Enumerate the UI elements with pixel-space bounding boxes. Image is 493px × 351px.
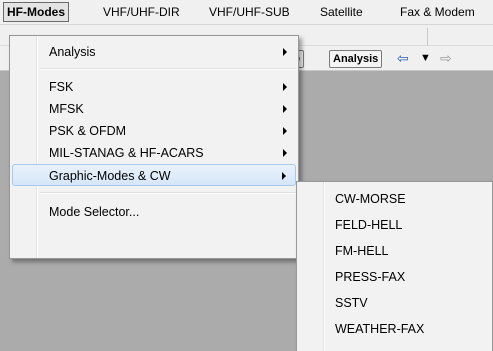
menu-item-label: Graphic-Modes & CW	[49, 169, 171, 183]
submenu-item-sstv[interactable]: SSTV	[299, 292, 490, 314]
menu-item-mil-stanag[interactable]: MIL-STANAG & HF-ACARS	[12, 142, 296, 164]
submenu-arrow-icon	[283, 127, 287, 135]
menu-item-label: MIL-STANAG & HF-ACARS	[49, 146, 204, 160]
menu-vhf-uhf-sub[interactable]: VHF/UHF-SUB	[209, 4, 290, 20]
menu-item-analysis[interactable]: Analysis	[12, 41, 296, 63]
submenu-arrow-icon	[283, 48, 287, 56]
graphic-modes-submenu: CW-MORSE FELD-HELL FM-HELL PRESS-FAX SST…	[296, 181, 493, 351]
submenu-item-label: WEATHER-FAX	[335, 322, 425, 336]
submenu-item-label: SSTV	[335, 296, 368, 310]
submenu-arrow-icon	[283, 149, 287, 157]
submenu-arrow-icon	[282, 172, 286, 180]
menu-hf-modes[interactable]: HF-Modes	[3, 2, 69, 22]
submenu-item-label: FELD-HELL	[335, 218, 403, 232]
menu-separator	[40, 192, 296, 194]
menu-item-label: FSK	[49, 80, 74, 94]
menu-item-label: PSK & OFDM	[49, 124, 127, 138]
dropdown-arrow-icon[interactable]: ▼	[420, 49, 431, 67]
menu-item-label: MFSK	[49, 102, 84, 116]
menu-item-label: Mode Selector...	[49, 205, 140, 219]
menu-separator	[40, 68, 296, 70]
menu-item-mfsk[interactable]: MFSK	[12, 98, 296, 120]
menu-item-mode-selector[interactable]: Mode Selector...	[12, 201, 296, 223]
submenu-item-weather-fax[interactable]: WEATHER-FAX	[299, 318, 490, 340]
submenu-arrow-icon	[283, 105, 287, 113]
menu-item-psk-ofdm[interactable]: PSK & OFDM	[12, 120, 296, 142]
submenu-arrow-icon	[283, 83, 287, 91]
submenu-item-press-fax[interactable]: PRESS-FAX	[299, 266, 490, 288]
submenu-item-feld-hell[interactable]: FELD-HELL	[299, 214, 490, 236]
analysis-button[interactable]: Analysis	[329, 50, 383, 68]
back-arrow-icon[interactable]: ⇦	[397, 49, 409, 67]
submenu-item-fm-hell[interactable]: FM-HELL	[299, 240, 490, 262]
menu-item-fsk[interactable]: FSK	[12, 76, 296, 98]
forward-arrow-icon[interactable]: ⇨	[440, 49, 452, 67]
submenu-item-label: FM-HELL	[335, 244, 389, 258]
menu-item-graphic-modes-cw[interactable]: Graphic-Modes & CW	[12, 164, 296, 186]
menu-satellite[interactable]: Satellite	[320, 4, 363, 20]
menu-fax-modem[interactable]: Fax & Modem	[400, 4, 475, 20]
hf-modes-menu: Analysis FSK MFSK PSK & OFDM MIL-STANAG …	[9, 35, 299, 259]
submenu-item-label: CW-MORSE	[335, 192, 406, 206]
submenu-item-label: PRESS-FAX	[335, 270, 406, 284]
menu-item-label: Analysis	[49, 45, 96, 59]
menu-bar: HF-Modes VHF/UHF-DIR VHF/UHF-SUB Satelli…	[0, 0, 493, 25]
toolbar-separator	[427, 28, 428, 46]
submenu-item-cw-morse[interactable]: CW-MORSE	[299, 188, 490, 210]
menu-vhf-uhf-dir[interactable]: VHF/UHF-DIR	[103, 4, 180, 20]
